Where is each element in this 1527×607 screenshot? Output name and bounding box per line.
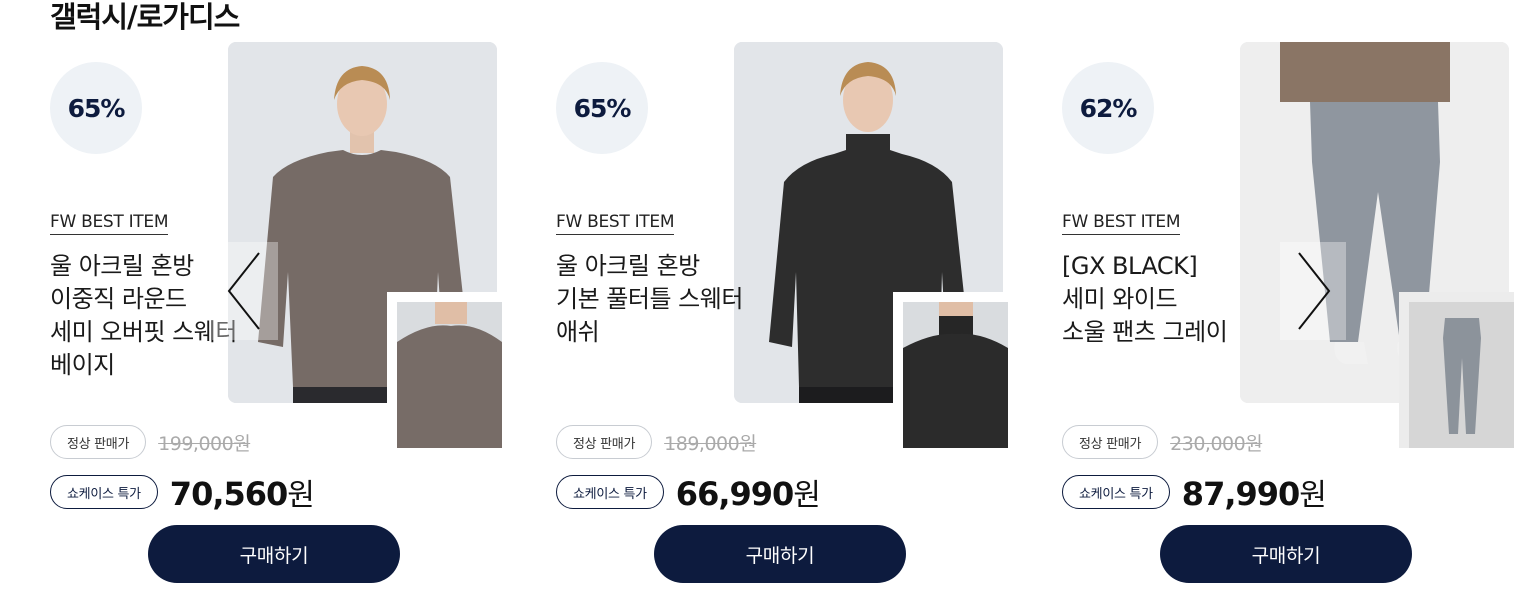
item-tag: FW BEST ITEM <box>1062 212 1180 235</box>
regular-price: 199,000원 <box>158 432 251 455</box>
carousel-prev-button[interactable] <box>212 242 278 340</box>
special-price-row: 쇼케이스 특가 87,990원 <box>1062 470 1327 514</box>
sale-price-amount: 66,990 <box>675 475 794 513</box>
regular-price-label: 정상 판매가 <box>1062 425 1159 459</box>
product-name[interactable]: 울 아크릴 혼방 기본 풀터틀 스웨터 애쉬 <box>556 250 786 349</box>
item-tag: FW BEST ITEM <box>556 212 674 235</box>
sale-price-unit: 원 <box>1299 478 1327 513</box>
buy-button[interactable]: 구매하기 <box>654 525 906 583</box>
product-name-line: 소울 팬츠 그레이 <box>1062 318 1228 346</box>
product-card[interactable]: 65% FW BEST ITEM 울 아크릴 혼방 이중직 라운드 세미 오버핏… <box>50 42 520 602</box>
chevron-right-icon <box>1298 252 1331 330</box>
buy-button[interactable]: 구매하기 <box>148 525 400 583</box>
discount-badge: 62% <box>1062 62 1154 154</box>
discount-badge: 65% <box>556 62 648 154</box>
regular-price-row: 정상 판매가 230,000원 <box>1062 425 1263 459</box>
item-tag: FW BEST ITEM <box>50 212 168 235</box>
carousel-next-button[interactable] <box>1280 242 1346 340</box>
discount-badge: 65% <box>50 62 142 154</box>
sale-price: 70,560원 <box>169 470 315 514</box>
sale-price-amount: 70,560 <box>169 475 288 513</box>
special-price-label: 쇼케이스 특가 <box>50 475 158 509</box>
product-name-line: 세미 와이드 <box>1062 285 1178 313</box>
sale-price-amount: 87,990 <box>1181 475 1300 513</box>
sale-price: 87,990원 <box>1181 470 1327 514</box>
sale-price-unit: 원 <box>793 478 821 513</box>
product-name-line: 기본 풀터틀 스웨터 <box>556 285 743 313</box>
chevron-left-icon <box>227 252 260 330</box>
product-name-line: 울 아크릴 혼방 <box>556 252 700 280</box>
buy-button[interactable]: 구매하기 <box>1160 525 1412 583</box>
regular-price-label: 정상 판매가 <box>50 425 147 459</box>
section-title: 갤럭시/로가디스 <box>50 0 240 34</box>
special-price-row: 쇼케이스 특가 66,990원 <box>556 470 821 514</box>
special-price-label: 쇼케이스 특가 <box>556 475 664 509</box>
regular-price: 230,000원 <box>1170 432 1263 455</box>
special-price-row: 쇼케이스 특가 70,560원 <box>50 470 315 514</box>
regular-price: 189,000원 <box>664 432 757 455</box>
special-price-label: 쇼케이스 특가 <box>1062 475 1170 509</box>
regular-price-label: 정상 판매가 <box>556 425 653 459</box>
product-thumbnail[interactable] <box>387 292 502 448</box>
sale-price: 66,990원 <box>675 470 821 514</box>
product-card[interactable]: 65% FW BEST ITEM 울 아크릴 혼방 기본 풀터틀 스웨터 애쉬 … <box>556 42 1026 602</box>
product-name-line: 베이지 <box>50 351 115 379</box>
sale-price-unit: 원 <box>287 478 315 513</box>
regular-price-row: 정상 판매가 189,000원 <box>556 425 757 459</box>
regular-price-row: 정상 판매가 199,000원 <box>50 425 251 459</box>
product-name-line: [GX BLACK] <box>1062 252 1198 280</box>
product-thumbnail[interactable] <box>1399 292 1514 448</box>
product-name-line: 애쉬 <box>556 318 600 346</box>
product-thumbnail[interactable] <box>893 292 1008 448</box>
product-name[interactable]: [GX BLACK] 세미 와이드 소울 팬츠 그레이 <box>1062 250 1292 349</box>
